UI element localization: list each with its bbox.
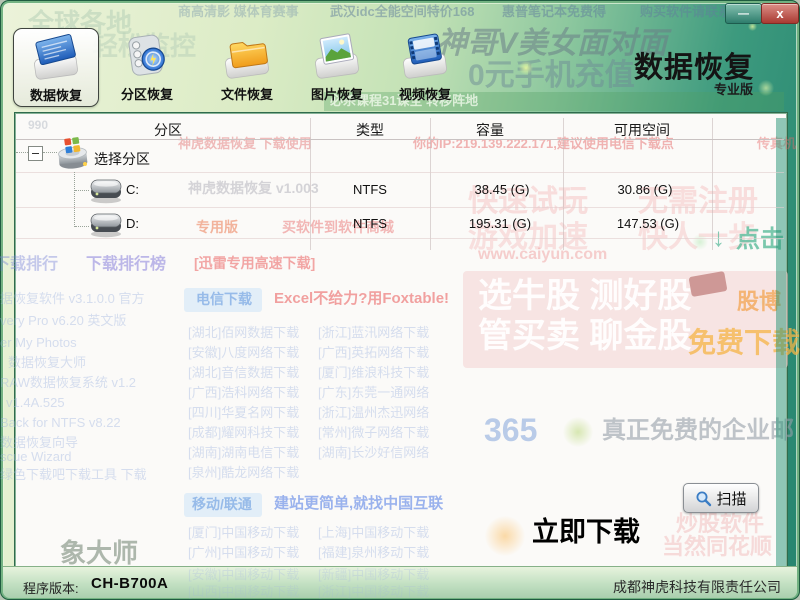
ghost-text: 武汉idc全能空间特价168 bbox=[330, 5, 474, 19]
ghost-text: 神哥V美女面对面 bbox=[437, 28, 667, 60]
toolbar-item-label: 视频恢复 bbox=[383, 84, 467, 103]
toolbar-item-label: 数据恢复 bbox=[14, 85, 98, 104]
row-divider bbox=[16, 238, 784, 239]
ghost-text: 购买软件请联系 bbox=[640, 5, 731, 19]
partition-name: C: bbox=[126, 182, 139, 197]
data-recovery-icon bbox=[28, 31, 84, 83]
picture-recovery-icon bbox=[309, 30, 365, 82]
toolbar-item-partition-recovery[interactable]: 分区恢复 bbox=[105, 28, 189, 105]
magnifier-icon bbox=[695, 490, 712, 507]
close-icon: x bbox=[776, 6, 783, 21]
toolbar-item-picture-recovery[interactable]: 图片恢复 bbox=[295, 28, 379, 105]
ghost-glow bbox=[758, 80, 774, 96]
minimize-icon: — bbox=[738, 8, 749, 20]
ghost-glow bbox=[519, 61, 533, 75]
column-header-free-space[interactable]: 可用空间 bbox=[614, 120, 670, 140]
ghost-text: 惠普笔记本免费得 bbox=[502, 5, 606, 19]
partition-capacity: 195.31 (G) bbox=[469, 216, 531, 231]
partition-recovery-icon bbox=[119, 30, 175, 82]
video-recovery-icon bbox=[397, 30, 453, 82]
minimize-button[interactable]: — bbox=[725, 3, 762, 24]
partition-name: D: bbox=[126, 216, 139, 231]
version-value: CH-B700A bbox=[91, 575, 168, 592]
drive-icon bbox=[88, 210, 124, 238]
tree-collapse-toggle[interactable] bbox=[28, 146, 43, 161]
data-recovery-window: 程序版本: CH-B700A 成都神虎科技有限责任公司 全球各地轻松监控商高清影… bbox=[0, 0, 800, 600]
partition-free-space: 147.53 (G) bbox=[617, 216, 679, 231]
partition-free-space: 30.86 (G) bbox=[618, 182, 673, 197]
partition-type: NTFS bbox=[353, 216, 387, 231]
tree-line bbox=[43, 152, 57, 153]
drive-icon bbox=[88, 176, 124, 204]
toolbar-item-file-recovery[interactable]: 文件恢复 bbox=[205, 28, 289, 105]
version-label: 程序版本: bbox=[23, 578, 79, 597]
file-recovery-icon bbox=[219, 30, 275, 82]
partition-type: NTFS bbox=[353, 182, 387, 197]
disk-windows-icon bbox=[56, 137, 92, 173]
toolbar-item-label: 文件恢复 bbox=[205, 84, 289, 103]
column-header-type[interactable]: 类型 bbox=[356, 120, 384, 140]
close-button[interactable]: x bbox=[761, 3, 799, 24]
toolbar-item-data-recovery[interactable]: 数据恢复 bbox=[13, 28, 99, 107]
scan-button[interactable]: 扫描 bbox=[683, 483, 759, 513]
column-header-partition[interactable]: 分区 bbox=[154, 120, 182, 140]
status-bar: 程序版本: CH-B700A 成都神虎科技有限责任公司 bbox=[3, 566, 797, 598]
minus-icon bbox=[32, 153, 39, 154]
scan-button-label: 扫描 bbox=[716, 488, 746, 509]
ghost-text: 0元手机充值 bbox=[468, 60, 635, 92]
ghost-text: 商高清影 媒体育赛事 bbox=[178, 5, 299, 19]
tree-line bbox=[16, 152, 28, 153]
company-name: 成都神虎科技有限责任公司 bbox=[613, 577, 781, 597]
toolbar-item-label: 图片恢复 bbox=[295, 84, 379, 103]
column-header-capacity[interactable]: 容量 bbox=[476, 120, 504, 140]
tree-root-label[interactable]: 选择分区 bbox=[94, 149, 150, 169]
partition-capacity: 38.45 (G) bbox=[475, 182, 530, 197]
toolbar-item-video-recovery[interactable]: 视频恢复 bbox=[383, 28, 467, 105]
app-edition: 专业版 bbox=[714, 79, 753, 98]
toolbar-item-label: 分区恢复 bbox=[105, 84, 189, 103]
